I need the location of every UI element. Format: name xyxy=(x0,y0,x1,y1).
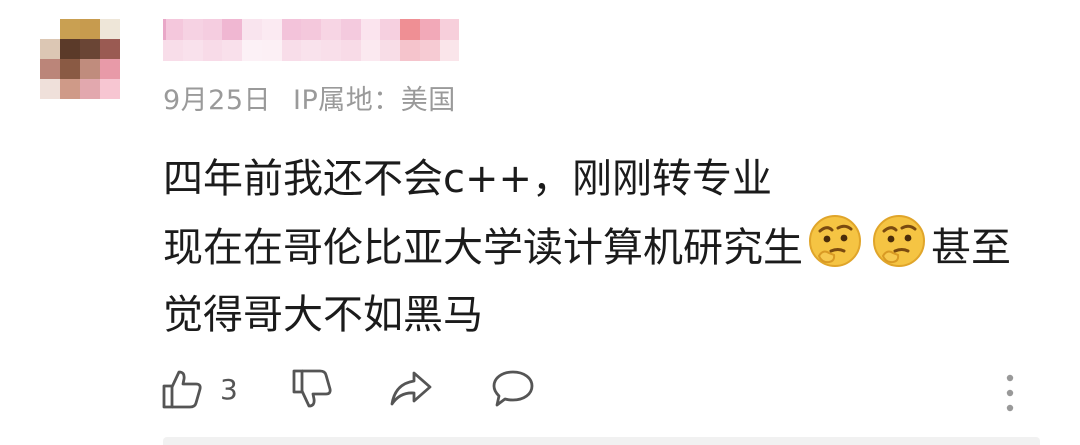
thinking-emoji xyxy=(871,213,927,269)
thumbs-up-icon xyxy=(160,367,204,411)
username-blurred[interactable] xyxy=(163,19,479,61)
more-vertical-icon xyxy=(1005,373,1015,413)
comment-button[interactable] xyxy=(490,366,536,412)
comment-line-2-text: 现在在哥伦比亚大学读计算机研究生 xyxy=(163,225,803,271)
like-count: 3 xyxy=(220,372,238,406)
ip-location: IP属地：美国 xyxy=(293,85,456,116)
comment-meta: 9月25日 IP属地：美国 xyxy=(163,78,456,117)
comment-line-2: 现在在哥伦比亚大学读计算机研究生 甚至 xyxy=(163,213,1011,282)
comment-line-3: 觉得哥大不如黑马 xyxy=(163,292,483,338)
thumbs-down-icon xyxy=(290,367,334,411)
divider xyxy=(163,437,1040,445)
share-button[interactable] xyxy=(388,366,434,412)
comment-icon xyxy=(490,367,536,411)
like-button[interactable]: 3 xyxy=(160,366,238,412)
comment-line-1: 四年前我还不会c++，刚刚转专业 xyxy=(163,156,773,202)
more-options-button[interactable] xyxy=(1005,370,1015,416)
comment-line-2-tail: 甚至 xyxy=(931,225,1011,271)
share-icon xyxy=(388,367,434,411)
comment-body: 四年前我还不会c++，刚刚转专业 现在在哥伦比亚大学读计算机研究生 甚至 觉得哥大… xyxy=(163,146,1011,349)
avatar[interactable] xyxy=(40,19,120,99)
thinking-emoji xyxy=(807,213,863,269)
comment-date: 9月25日 xyxy=(163,85,272,116)
dislike-button[interactable] xyxy=(290,366,334,412)
